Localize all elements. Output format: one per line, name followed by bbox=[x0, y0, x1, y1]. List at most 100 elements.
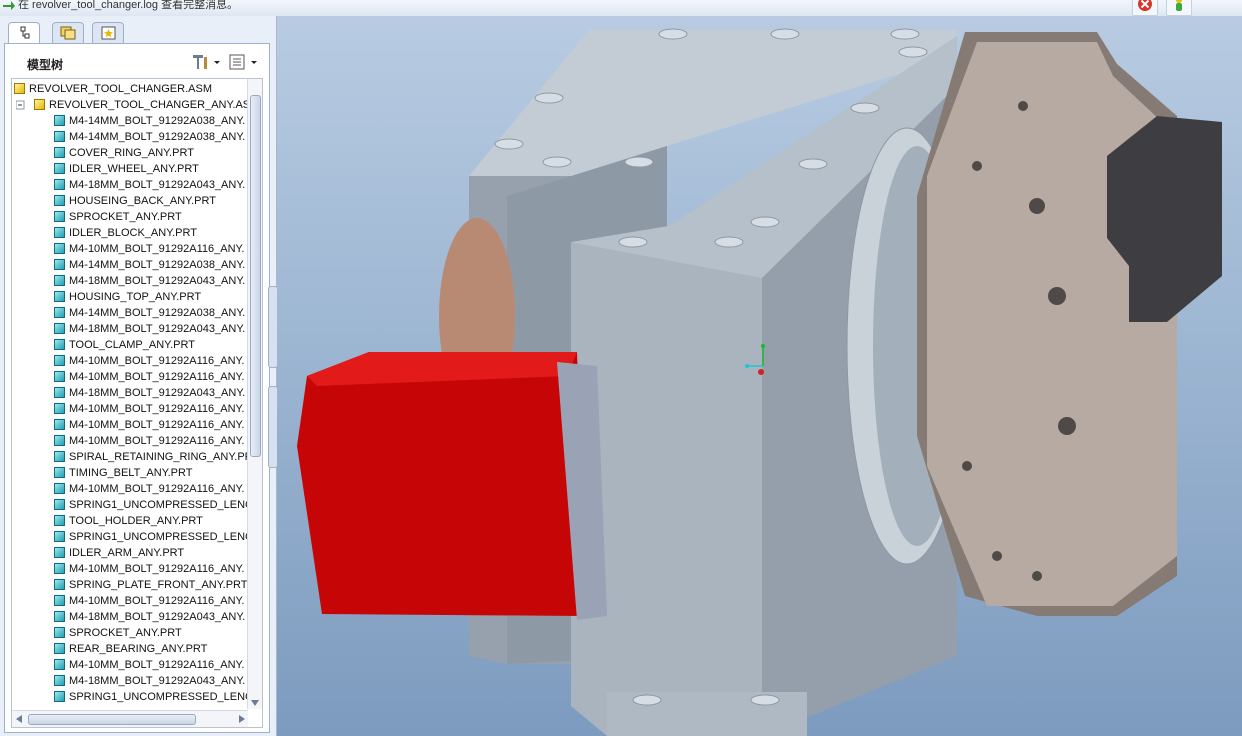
part-icon bbox=[54, 483, 65, 494]
part-icon bbox=[54, 627, 65, 638]
tree-item-label: M4-10MM_BOLT_91292A116_ANY. bbox=[69, 435, 245, 447]
tree-horizontal-scroll-thumb[interactable] bbox=[28, 714, 196, 725]
tree-item[interactable]: SPRING_PLATE_FRONT_ANY.PRT bbox=[54, 577, 248, 593]
graphics-viewport[interactable] bbox=[277, 16, 1242, 736]
part-icon bbox=[54, 355, 65, 366]
part-icon bbox=[54, 419, 65, 430]
tree-item[interactable]: TOOL_CLAMP_ANY.PRT bbox=[54, 337, 195, 353]
tree-item[interactable]: M4-10MM_BOLT_91292A116_ANY. bbox=[54, 241, 245, 257]
show-menu-button[interactable] bbox=[227, 52, 263, 72]
tree-item[interactable]: M4-10MM_BOLT_91292A116_ANY. bbox=[54, 433, 245, 449]
tree-item[interactable]: TIMING_BELT_ANY.PRT bbox=[54, 465, 192, 481]
tree-item[interactable]: HOUSEING_BACK_ANY.PRT bbox=[54, 193, 216, 209]
part-icon bbox=[54, 179, 65, 190]
settings-menu-button[interactable] bbox=[189, 52, 225, 72]
status-light-icon bbox=[1176, 0, 1182, 11]
tree-item[interactable]: M4-10MM_BOLT_91292A116_ANY. bbox=[54, 401, 245, 417]
tree-item[interactable]: M4-18MM_BOLT_91292A043_ANY. bbox=[54, 385, 245, 401]
tree-item[interactable]: M4-14MM_BOLT_91292A038_ANY. bbox=[54, 129, 245, 145]
tree-item-label: M4-14MM_BOLT_91292A038_ANY. bbox=[69, 259, 246, 271]
tree-item[interactable]: M4-18MM_BOLT_91292A043_ANY. bbox=[54, 673, 245, 689]
tree-item-label: SPRING1_UNCOMPRESSED_LENGT bbox=[69, 691, 261, 703]
revolver-tool-changer-model[interactable] bbox=[277, 16, 1242, 736]
tree-item-label: IDLER_WHEEL_ANY.PRT bbox=[69, 163, 199, 175]
scroll-right-icon[interactable] bbox=[238, 714, 246, 724]
part-icon bbox=[54, 643, 65, 654]
tree-subassembly[interactable]: REVOLVER_TOOL_CHANGER_ANY.ASM bbox=[34, 97, 259, 113]
tree-item[interactable]: M4-14MM_BOLT_91292A038_ANY. bbox=[54, 257, 245, 273]
close-icon bbox=[1138, 0, 1152, 11]
tree-item-label: M4-10MM_BOLT_91292A116_ANY. bbox=[69, 483, 245, 495]
part-icon bbox=[54, 211, 65, 222]
tree-item[interactable]: M4-14MM_BOLT_91292A038_ANY. bbox=[54, 305, 245, 321]
navigator-panel: 模型树 REVOLVER_TOOL_CHANGER.ASM REVOLVER_T… bbox=[0, 16, 278, 736]
tree-item[interactable]: M4-10MM_BOLT_91292A116_ANY. bbox=[54, 657, 245, 673]
part-icon bbox=[54, 579, 65, 590]
part-icon bbox=[54, 403, 65, 414]
tree-item-label: M4-18MM_BOLT_91292A043_ANY. bbox=[69, 275, 246, 287]
part-icon bbox=[54, 499, 65, 510]
tree-item[interactable]: SPROCKET_ANY.PRT bbox=[54, 209, 182, 225]
motor bbox=[297, 352, 587, 616]
tree-item-label: SPIRAL_RETAINING_RING_ANY.PR bbox=[69, 451, 253, 463]
status-light-button[interactable] bbox=[1166, 0, 1192, 16]
settings-tools-icon bbox=[193, 55, 220, 69]
tree-item-label: M4-10MM_BOLT_91292A116_ANY. bbox=[69, 419, 245, 431]
tree-item[interactable]: M4-10MM_BOLT_91292A116_ANY. bbox=[54, 593, 245, 609]
tree-item-label: SPRING1_UNCOMPRESSED_LENGT bbox=[69, 499, 261, 511]
tree-item[interactable]: M4-14MM_BOLT_91292A038_ANY. bbox=[54, 113, 245, 129]
tree-item[interactable]: SPRING1_UNCOMPRESSED_LENGT bbox=[54, 689, 260, 705]
tree-vertical-scroll-thumb[interactable] bbox=[250, 95, 261, 457]
tree-item[interactable]: IDLER_ARM_ANY.PRT bbox=[54, 545, 184, 561]
close-button[interactable] bbox=[1132, 0, 1158, 16]
tree-item-label: SPROCKET_ANY.PRT bbox=[69, 627, 182, 639]
tree-root[interactable]: REVOLVER_TOOL_CHANGER.ASM bbox=[14, 81, 212, 97]
part-icon bbox=[54, 339, 65, 350]
tree-item[interactable]: SPIRAL_RETAINING_RING_ANY.PR bbox=[54, 449, 253, 465]
model-tree-panel: 模型树 REVOLVER_TOOL_CHANGER.ASM REVOLVER_T… bbox=[4, 43, 270, 733]
part-icon bbox=[54, 163, 65, 174]
tree-item[interactable]: M4-10MM_BOLT_91292A116_ANY. bbox=[54, 561, 245, 577]
tree-item-label: REAR_BEARING_ANY.PRT bbox=[69, 643, 208, 655]
tree-item-label: HOUSING_TOP_ANY.PRT bbox=[69, 291, 202, 303]
part-icon bbox=[54, 435, 65, 446]
assembly-icon bbox=[14, 83, 25, 94]
tree-item[interactable]: TOOL_HOLDER_ANY.PRT bbox=[54, 513, 203, 529]
folder-browser-icon bbox=[60, 26, 76, 40]
tree-item-label: M4-10MM_BOLT_91292A116_ANY. bbox=[69, 403, 245, 415]
tree-item[interactable]: M4-18MM_BOLT_91292A043_ANY. bbox=[54, 273, 245, 289]
tree-item-label: M4-18MM_BOLT_91292A043_ANY. bbox=[69, 387, 246, 399]
tree-item[interactable]: HOUSING_TOP_ANY.PRT bbox=[54, 289, 201, 305]
tree-item[interactable]: M4-10MM_BOLT_91292A116_ANY. bbox=[54, 417, 245, 433]
tree-item[interactable]: M4-18MM_BOLT_91292A043_ANY. bbox=[54, 321, 245, 337]
tab-favorites[interactable] bbox=[92, 22, 124, 43]
tree-item[interactable]: IDLER_WHEEL_ANY.PRT bbox=[54, 161, 199, 177]
part-icon bbox=[54, 563, 65, 574]
tree-subassembly-label: REVOLVER_TOOL_CHANGER_ANY.ASM bbox=[49, 99, 260, 111]
part-icon bbox=[54, 531, 65, 542]
tree-item-label: M4-18MM_BOLT_91292A043_ANY. bbox=[69, 675, 246, 687]
tree-item[interactable]: SPRING1_UNCOMPRESSED_LENGT bbox=[54, 529, 260, 545]
tree-vertical-scrollbar[interactable] bbox=[247, 79, 262, 709]
tree-item[interactable]: IDLER_BLOCK_ANY.PRT bbox=[54, 225, 197, 241]
tab-layers[interactable] bbox=[52, 22, 84, 43]
part-icon bbox=[54, 675, 65, 686]
scroll-down-icon[interactable] bbox=[250, 699, 260, 707]
tree-item[interactable]: SPROCKET_ANY.PRT bbox=[54, 625, 182, 641]
tree-item[interactable]: M4-10MM_BOLT_91292A116_ANY. bbox=[54, 353, 245, 369]
tree-item[interactable]: M4-18MM_BOLT_91292A043_ANY. bbox=[54, 177, 245, 193]
tree-item-label: SPROCKET_ANY.PRT bbox=[69, 211, 182, 223]
tree-item-label: TOOL_HOLDER_ANY.PRT bbox=[69, 515, 203, 527]
tree-item[interactable]: COVER_RING_ANY.PRT bbox=[54, 145, 194, 161]
tree-horizontal-scrollbar[interactable] bbox=[12, 710, 248, 727]
scroll-left-icon[interactable] bbox=[15, 714, 23, 724]
tab-model-tree[interactable] bbox=[8, 22, 40, 44]
tree-item[interactable]: REAR_BEARING_ANY.PRT bbox=[54, 641, 207, 657]
turret-face bbox=[927, 42, 1177, 606]
tree-item[interactable]: M4-18MM_BOLT_91292A043_ANY. bbox=[54, 609, 245, 625]
tree-item[interactable]: M4-10MM_BOLT_91292A116_ANY. bbox=[54, 481, 245, 497]
tree-item[interactable]: SPRING1_UNCOMPRESSED_LENGT bbox=[54, 497, 260, 513]
part-icon bbox=[54, 147, 65, 158]
tree-item-label: M4-10MM_BOLT_91292A116_ANY. bbox=[69, 563, 245, 575]
tree-item[interactable]: M4-10MM_BOLT_91292A116_ANY. bbox=[54, 369, 245, 385]
